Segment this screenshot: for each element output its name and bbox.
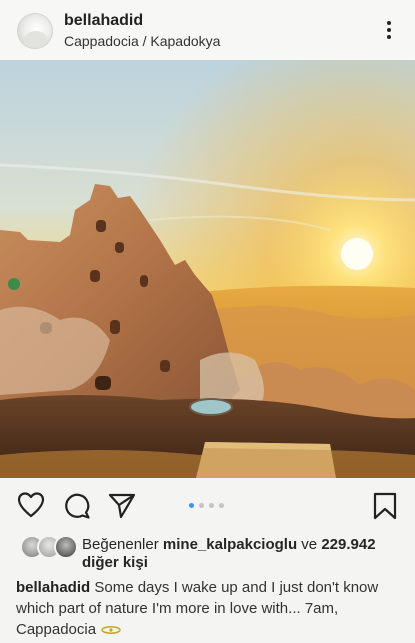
likes-prefix: Beğenenler [82,536,159,553]
likes-count[interactable]: 229.942 [321,536,375,553]
avatar[interactable] [17,13,53,49]
paper-plane-icon[interactable] [108,492,136,520]
carousel-dot [219,503,224,508]
more-options-icon[interactable] [381,18,397,42]
avatar [54,535,78,559]
post-location[interactable]: Cappadocia / Kapadokya [64,33,220,49]
likes-summary: Beğenenler mine_kalpakcioglu ve 229.942 … [0,533,415,573]
sun-icon [101,626,121,634]
bookmark-icon[interactable] [373,492,397,520]
carousel-dot-active [189,503,194,508]
post-photo[interactable] [0,60,415,478]
carousel-dot [209,503,214,508]
likes-others[interactable]: diğer kişi [82,554,148,572]
carousel-dot [199,503,204,508]
liker-username[interactable]: mine_kalpakcioglu [163,536,297,553]
liker-avatars[interactable] [20,535,78,559]
cappadocia-sunrise-image [0,60,415,478]
comment-icon[interactable] [63,492,91,520]
caption-username[interactable]: bellahadid [16,579,90,596]
likes-connector: ve [301,536,318,553]
post-header: bellahadid Cappadocia / Kapadokya [0,0,415,60]
heart-icon[interactable] [17,492,45,518]
post-caption: bellahadid Some days I wake up and I jus… [16,577,406,640]
post-username[interactable]: bellahadid [64,12,143,30]
action-bar [0,478,415,533]
